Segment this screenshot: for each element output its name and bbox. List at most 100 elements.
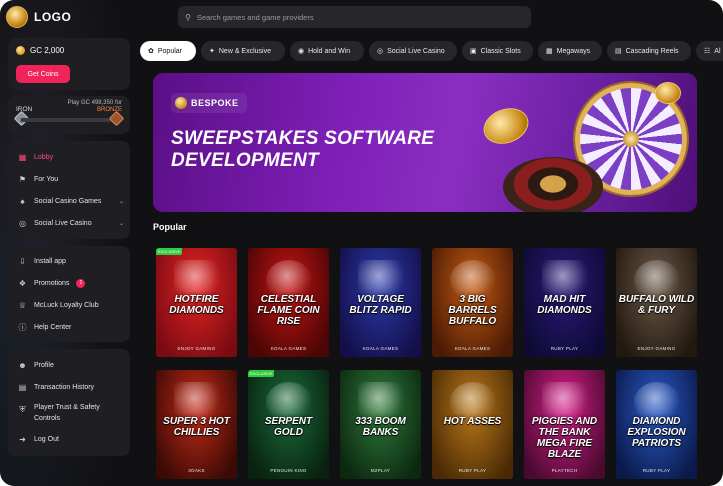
game-badge: EXCLUSIVE: [156, 248, 183, 255]
tab-label: New & Exclusive: [218, 47, 272, 55]
banner-title: SWEEPSTAKES SOFTWARE DEVELOPMENT: [171, 128, 435, 171]
secondary-nav: ⇩ Install app ❖ Promotions 1 ♕ McLuck Lo…: [8, 246, 130, 342]
game-tile[interactable]: MAD HIT DIAMONDS RUBY PLAY: [524, 248, 605, 357]
nav-social-live-casino[interactable]: ◎ Social Live Casino ⌄: [18, 216, 124, 230]
logout-icon: ➜: [19, 434, 26, 444]
game-tile[interactable]: DIAMOND EXPLOSION PATRIOTS RUBY PLAY: [616, 370, 697, 479]
game-title: PIGGIES AND THE BANK MEGA FIRE BLAZE: [531, 416, 598, 460]
slot-icon: ▣: [470, 48, 477, 55]
nav-profile[interactable]: ☻ Profile: [18, 358, 124, 372]
nav-lobby[interactable]: ▦ Lobby: [18, 150, 124, 164]
tab-social-live-casino[interactable]: ◎ Social Live Casino: [369, 41, 457, 61]
nav-label: Social Live Casino: [34, 219, 92, 227]
tab-hold-and-win[interactable]: ◉ Hold and Win: [290, 41, 364, 61]
game-title: VOLTAGE BLITZ RAPID: [349, 294, 412, 316]
logo-coin-icon: [6, 6, 28, 28]
game-title: 333 BOOM BANKS: [355, 416, 406, 438]
grid-icon: ▦: [546, 48, 553, 55]
nav-label: McLuck Loyalty Club: [34, 301, 99, 309]
logo[interactable]: LOGO: [6, 6, 71, 28]
tab-megaways[interactable]: ▦ Megaways: [538, 41, 602, 61]
tier-panel[interactable]: IRON Play GC 498,350 for BRONZE: [8, 96, 130, 134]
banner-tag-label: BESPOKE: [191, 98, 239, 108]
tier-progress-bar: [20, 118, 120, 122]
game-tile[interactable]: EXCLUSIVE SERPENT GOLD PENGUIN KING: [248, 370, 329, 479]
nav-label: Lobby: [34, 153, 54, 161]
help-icon: ⓘ: [18, 322, 27, 332]
game-tile[interactable]: HOT ASSES RUBY PLAY: [432, 370, 513, 479]
nav-log-out[interactable]: ➜ Log Out: [18, 432, 124, 446]
game-title: 3 BIG BARRELS BUFFALO: [448, 294, 497, 327]
gift-icon: ❖: [18, 278, 27, 288]
roulette-illustration: [503, 157, 603, 212]
promotions-badge: 1: [76, 278, 86, 288]
balance-value: GC 2,000: [30, 46, 65, 55]
nav-help-center[interactable]: ⓘ Help Center: [18, 320, 124, 334]
game-tile[interactable]: VOLTAGE BLITZ RAPID KOALA GAMES: [340, 248, 421, 357]
game-title: HOTFIRE DIAMONDS: [169, 294, 224, 316]
search-input[interactable]: [196, 12, 497, 22]
game-tile[interactable]: BUFFALO WILD & FURY ENJOY GAMING: [616, 248, 697, 357]
nav-label: Transaction History: [34, 383, 95, 391]
nav-social-casino-games[interactable]: ♠ Social Casino Games ⌄: [18, 194, 124, 208]
game-title: DIAMOND EXPLOSION PATRIOTS: [627, 416, 686, 449]
tab-popular[interactable]: ✿ Popular: [140, 41, 196, 61]
game-provider: RUBY PLAY: [458, 468, 487, 473]
game-tile[interactable]: 333 BOOM BANKS M2PLAY: [340, 370, 421, 479]
game-provider: KOALA GAMES: [454, 346, 491, 351]
game-tile[interactable]: EXCLUSIVE HOTFIRE DIAMONDS ENJOY GAMING: [156, 248, 237, 357]
nav-label: For You: [34, 175, 59, 183]
game-provider: ENJOY GAMING: [177, 346, 216, 351]
tab-new-exclusive[interactable]: ✦ New & Exclusive: [201, 41, 285, 61]
shield-icon: ⛨: [19, 404, 26, 414]
game-provider: ENJOY GAMING: [637, 346, 676, 351]
gold-coin-icon: [16, 46, 25, 55]
category-tabs: ✿ Popular ✦ New & Exclusive ◉ Hold and Win …: [140, 41, 723, 61]
search-bar[interactable]: ⚲: [178, 6, 531, 28]
main-nav: ▦ Lobby ⚑ For You ♠ Social Casino Games …: [8, 141, 130, 239]
nav-loyalty-club[interactable]: ♕ McLuck Loyalty Club: [18, 298, 124, 312]
nav-promotions[interactable]: ❖ Promotions 1: [18, 276, 124, 290]
game-title: SUPER 3 HOT CHILLIES: [163, 416, 230, 438]
nav-transaction-history[interactable]: ▤ Transaction History: [18, 380, 124, 394]
all-icon: ☷: [704, 48, 711, 55]
nav-trust-safety[interactable]: ⛨ Player Trust & Safety Controls: [18, 402, 124, 426]
nav-install-app[interactable]: ⇩ Install app: [18, 254, 124, 268]
crown-icon: ♕: [18, 300, 27, 310]
game-provider: RUBY PLAY: [550, 346, 579, 351]
nav-for-you[interactable]: ⚑ For You: [18, 172, 124, 186]
tier-play-text: Play GC 498,350 for: [67, 100, 122, 106]
balance: GC 2,000: [16, 46, 64, 55]
game-title: HOT ASSES: [443, 416, 502, 427]
game-provider: KOALA GAMES: [362, 346, 399, 351]
game-title: CELESTIAL FLAME COIN RISE: [257, 294, 320, 327]
tab-label: Hold and Win: [308, 47, 351, 55]
game-tile[interactable]: PIGGIES AND THE BANK MEGA FIRE BLAZE PLAY…: [524, 370, 605, 479]
nav-label: Help Center: [34, 323, 72, 331]
get-coins-button[interactable]: Get Coins: [16, 65, 70, 83]
history-icon: ▤: [18, 382, 27, 392]
logo-text: LOGO: [34, 10, 72, 24]
chevron-down-icon: ⌄: [118, 198, 124, 205]
game-tile[interactable]: 3 BIG BARRELS BUFFALO KOALA GAMES: [432, 248, 513, 357]
tab-cascading-reels[interactable]: ▤ Cascading Reels: [607, 41, 691, 61]
game-provider: M2PLAY: [370, 468, 391, 473]
game-title: MAD HIT DIAMONDS: [537, 294, 592, 316]
game-provider: KOALA GAMES: [270, 346, 307, 351]
tab-all[interactable]: ☷ Al: [696, 41, 723, 61]
live-icon: ◎: [377, 48, 384, 55]
live-icon: ◎: [19, 218, 26, 228]
tab-label: Classic Slots: [480, 47, 521, 55]
nav-label: Profile: [34, 361, 54, 369]
game-tile[interactable]: SUPER 3 HOT CHILLIES 3OAKS: [156, 370, 237, 479]
tab-classic-slots[interactable]: ▣ Classic Slots: [462, 41, 533, 61]
search-icon: ⚲: [185, 12, 191, 22]
game-tile[interactable]: CELESTIAL FLAME COIN RISE KOALA GAMES: [248, 248, 329, 357]
tab-label: Al: [714, 47, 721, 55]
coin-icon: [175, 97, 187, 109]
download-icon: ⇩: [19, 256, 26, 266]
account-nav: ☻ Profile ▤ Transaction History ⛨ Player…: [8, 349, 130, 456]
promo-banner[interactable]: BESPOKE SWEEPSTAKES SOFTWARE DEVELOPMENT: [153, 73, 697, 212]
user-icon: ☻: [18, 360, 27, 370]
nav-label: Log Out: [34, 435, 59, 443]
